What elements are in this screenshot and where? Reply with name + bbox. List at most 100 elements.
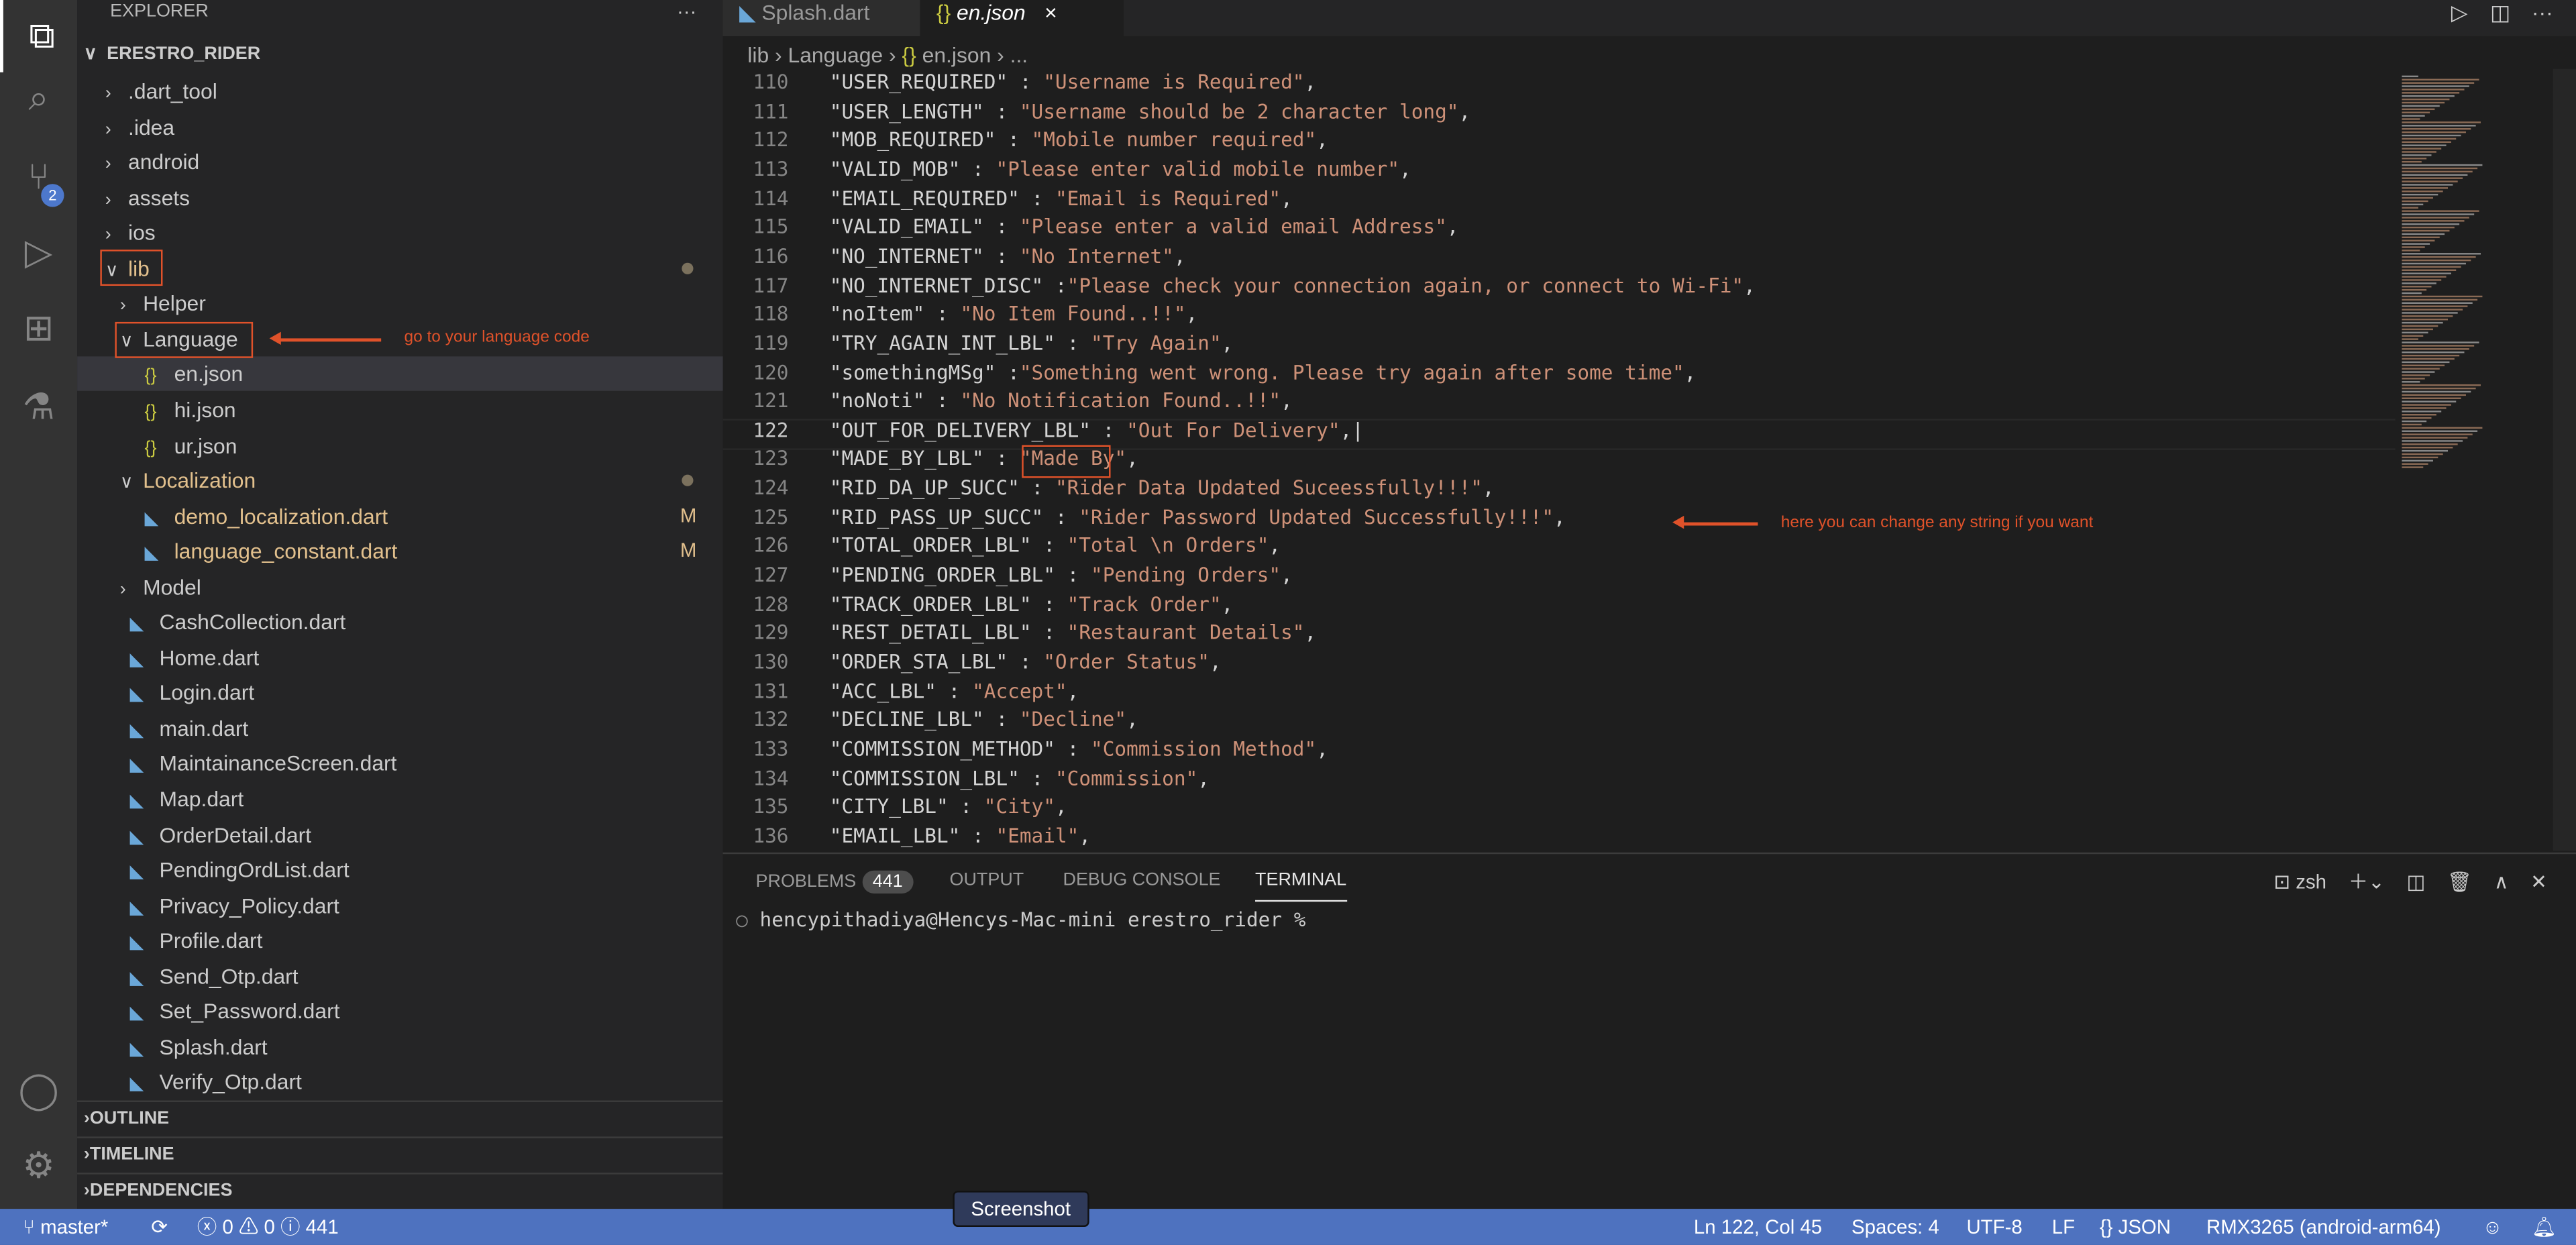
code-line[interactable]: "USER_LENGTH" : "Username should be 2 ch…	[830, 99, 1470, 122]
code-line[interactable]: "PENDING_ORDER_LBL" : "Pending Orders",	[830, 563, 1293, 586]
code-line[interactable]: "somethingMSg" :"Something went wrong. P…	[830, 360, 1697, 383]
minimap[interactable]	[2396, 69, 2553, 480]
new-terminal-icon[interactable]: ＋	[2349, 871, 2368, 894]
account-icon[interactable]: ◯	[0, 1054, 77, 1127]
search-icon[interactable]: ⌕	[0, 62, 77, 135]
breadcrumb-item[interactable]: ...	[1010, 43, 1028, 68]
settings-gear-icon[interactable]: ⚙	[0, 1130, 77, 1203]
tree-item[interactable]: ◣ Login.dart	[77, 675, 722, 710]
tab-en-json[interactable]: {} en.json ×	[920, 0, 1124, 36]
code-editor[interactable]: 110 "USER_REQUIRED" : "Username is Requir…	[722, 69, 2396, 851]
code-line[interactable]: "VALID_EMAIL" : "Please enter a valid em…	[830, 215, 1459, 238]
outline-section[interactable]: ›OUTLINE	[77, 1100, 723, 1136]
tree-item[interactable]: ◣ Home.dart	[77, 640, 722, 674]
tree-item[interactable]: › ios	[77, 215, 722, 250]
language-mode[interactable]: {} JSON	[2100, 1209, 2171, 1245]
run-icon[interactable]: ▷	[2451, 0, 2467, 26]
project-root[interactable]: ∨ ERESTRO_RIDER	[77, 38, 722, 72]
indentation[interactable]: Spaces: 4	[1851, 1209, 1939, 1245]
tab-terminal[interactable]: TERMINAL	[1255, 871, 1347, 902]
tree-item[interactable]: {} ur.json	[77, 428, 722, 462]
tree-item[interactable]: ◣ OrderDetail.dart	[77, 817, 722, 851]
editor-scrollbar[interactable]	[2553, 68, 2576, 851]
tree-item[interactable]: ∨ lib	[77, 251, 722, 285]
code-line[interactable]: "ORDER_STA_LBL" : "Order Status",	[830, 651, 1222, 673]
branch-indicator[interactable]: ⑂ master*	[23, 1209, 108, 1245]
sync-icon[interactable]: ⟳	[151, 1209, 168, 1245]
eol[interactable]: LF	[2052, 1209, 2075, 1245]
tree-item[interactable]: ◣ demo_localization.dart M	[77, 498, 722, 533]
tree-item[interactable]: {} hi.json	[77, 392, 722, 427]
feedback-icon[interactable]: ☺	[2482, 1209, 2502, 1245]
tree-item[interactable]: ◣ Set_Password.dart	[77, 994, 722, 1028]
run-debug-icon[interactable]: ▷	[0, 217, 77, 289]
code-line[interactable]: "OUT_FOR_DELIVERY_LBL" : "Out For Delive…	[830, 419, 1364, 441]
code-line[interactable]: "CITY_LBL" : "City",	[830, 796, 1067, 818]
code-line[interactable]: "noNoti" : "No Notification Found..!!",	[830, 390, 1293, 413]
shell-selector[interactable]: zsh	[2296, 871, 2326, 894]
tree-item[interactable]: {} en.json	[77, 357, 723, 392]
tree-item[interactable]: ◣ language_constant.dart M	[77, 534, 722, 568]
testing-icon[interactable]: ⚗	[0, 371, 77, 443]
encoding[interactable]: UTF-8	[1966, 1209, 2022, 1245]
more-actions-button[interactable]: ···	[677, 0, 696, 23]
bell-icon[interactable]: 🔔︎	[2532, 1209, 2557, 1245]
device-selector[interactable]: RMX3265 (android-arm64)	[2206, 1209, 2441, 1245]
tab-problems[interactable]: PROBLEMS 441	[756, 870, 913, 894]
tree-item[interactable]: ◣ Map.dart	[77, 781, 722, 816]
tree-item[interactable]: ◣ MaintainanceScreen.dart	[77, 747, 722, 781]
breadcrumb-item[interactable]: Language	[788, 43, 883, 68]
code-line[interactable]: "RID_PASS_UP_SUCC" : "Rider Password Upd…	[830, 506, 1566, 529]
cursor-position[interactable]: Ln 122, Col 45	[1694, 1209, 1822, 1245]
tree-item[interactable]: › .dart_tool	[77, 74, 722, 108]
dependencies-section[interactable]: ›DEPENDENCIES	[77, 1173, 723, 1209]
code-line[interactable]: "REST_DETAIL_LBL" : "Restaurant Details"…	[830, 621, 1316, 644]
code-line[interactable]: "NO_INTERNET_DISC" :"Please check your c…	[830, 274, 1756, 296]
close-panel-icon[interactable]: ✕	[2530, 871, 2547, 894]
trash-icon[interactable]: 🗑	[2447, 871, 2472, 894]
close-icon[interactable]: ×	[1044, 0, 1057, 25]
tree-item[interactable]: ◣ CashCollection.dart	[77, 605, 722, 639]
code-line[interactable]: "VALID_MOB" : "Please enter valid mobile…	[830, 158, 1411, 180]
maximize-panel-icon[interactable]: ∧	[2494, 871, 2509, 894]
code-line[interactable]: "ACC_LBL" : "Accept",	[830, 680, 1079, 702]
code-line[interactable]: "EMAIL_LBL" : "Email",	[830, 824, 1091, 847]
tree-item[interactable]: ◣ Verify_Otp.dart	[77, 1065, 722, 1099]
tree-item[interactable]: ◣ Privacy_Policy.dart	[77, 888, 722, 922]
code-line[interactable]: "NO_INTERNET" : "No Internet",	[830, 245, 1186, 268]
code-line[interactable]: "EMAIL_REQUIRED" : "Email is Required",	[830, 186, 1293, 209]
code-line[interactable]: "TRY_AGAIN_INT_LBL" : "Try Again",	[830, 331, 1234, 354]
split-editor-icon[interactable]: ◫	[2490, 0, 2510, 26]
tab-debug-console[interactable]: DEBUG CONSOLE	[1063, 871, 1221, 890]
timeline-section[interactable]: ›TIMELINE	[77, 1136, 723, 1173]
tree-item[interactable]: ◣ Splash.dart	[77, 1030, 722, 1064]
tree-item[interactable]: ◣ Send_Otp.dart	[77, 959, 722, 993]
code-line[interactable]: "TRACK_ORDER_LBL" : "Track Order",	[830, 592, 1234, 615]
explorer-icon[interactable]: ⧉	[0, 0, 80, 72]
code-line[interactable]: "TOTAL_ORDER_LBL" : "Total \n Orders",	[830, 535, 1281, 557]
code-line[interactable]: "DECLINE_LBL" : "Decline",	[830, 708, 1138, 731]
code-line[interactable]: "COMMISSION_LBL" : "Commission",	[830, 766, 1210, 789]
code-line[interactable]: "USER_REQUIRED" : "Username is Required"…	[830, 70, 1316, 93]
tree-item[interactable]: ◣ PendingOrdList.dart	[77, 853, 722, 887]
source-control-icon[interactable]: ⑂ 2	[0, 142, 77, 214]
tree-item[interactable]: ◣ Profile.dart	[77, 924, 722, 958]
code-line[interactable]: "MOB_REQUIRED" : "Mobile number required…	[830, 129, 1328, 152]
tab-output[interactable]: OUTPUT	[950, 871, 1024, 890]
tree-item[interactable]: ◣ main.dart	[77, 711, 722, 745]
tree-item[interactable]: ∨ Localization	[77, 464, 722, 498]
chevron-down-icon[interactable]: ⌄	[2368, 871, 2385, 894]
tree-item[interactable]: › Model	[77, 570, 722, 604]
more-icon[interactable]: ···	[2532, 0, 2553, 25]
tree-item[interactable]: › android	[77, 145, 722, 179]
tree-item[interactable]: › Helper	[77, 286, 722, 321]
breadcrumb-item[interactable]: lib	[747, 43, 769, 68]
extensions-icon[interactable]: ⊞	[0, 292, 77, 365]
tree-item[interactable]: › assets	[77, 180, 722, 214]
terminal-output[interactable]: ○ hencypithadiya@Hencys-Mac-mini erestro…	[736, 908, 1305, 931]
breadcrumb-item[interactable]: en.json	[922, 43, 991, 68]
split-terminal-icon[interactable]: ◫	[2406, 871, 2425, 894]
tab-splash-dart[interactable]: ◣ Splash.dart	[722, 0, 950, 36]
problems-indicator[interactable]: ⓧ 0 ⚠ 0 ⓘ 441	[197, 1209, 339, 1245]
tree-item[interactable]: › .idea	[77, 109, 722, 144]
